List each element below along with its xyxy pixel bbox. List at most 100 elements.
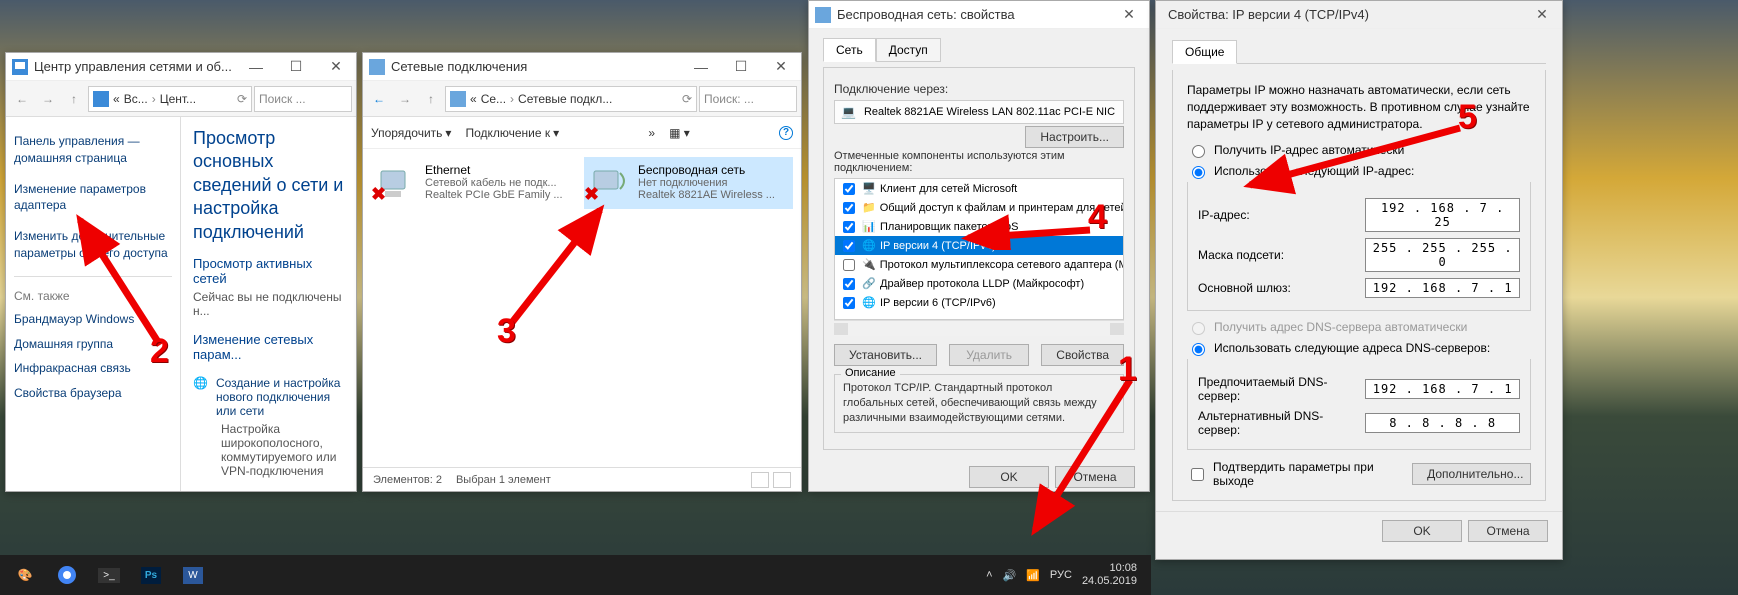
infrared-link[interactable]: Инфракрасная связь — [14, 360, 172, 377]
properties-button[interactable]: Свойства — [1041, 344, 1124, 366]
component-label: IP версии 4 (TCP/IPv4) — [880, 240, 996, 252]
adapter-device: Realtek 8821AE Wireless ... — [638, 189, 787, 201]
terminal-icon[interactable]: >_ — [90, 558, 128, 592]
minimize-button[interactable]: — — [236, 54, 276, 80]
component-item[interactable]: 📁Общий доступ к файлам и принтерам для с… — [835, 198, 1123, 217]
language-indicator[interactable]: РУС — [1050, 569, 1072, 581]
adapter-wireless[interactable]: ✖ Беспроводная сеть Нет подключения Real… — [584, 157, 793, 209]
component-item[interactable]: 🌐IP версии 6 (TCP/IPv6) — [835, 293, 1123, 312]
cancel-button[interactable]: Отмена — [1468, 520, 1548, 542]
component-label: Протокол мультиплексора сетевого адаптер… — [880, 259, 1124, 271]
component-item[interactable]: 🔌Протокол мультиплексора сетевого адапте… — [835, 255, 1123, 274]
homegroup-link[interactable]: Домашняя группа — [14, 336, 172, 353]
configure-button[interactable]: Настроить... — [1025, 126, 1124, 148]
component-checkbox[interactable] — [843, 297, 855, 309]
search-input[interactable]: Поиск: ... — [699, 86, 797, 112]
component-checkbox[interactable] — [843, 278, 855, 290]
component-item-ipv4[interactable]: 🌐IP версии 4 (TCP/IPv4) — [835, 236, 1123, 255]
selection-text: Выбран 1 элемент — [456, 474, 551, 486]
component-checkbox[interactable] — [843, 183, 855, 195]
up-icon[interactable]: ↑ — [419, 87, 443, 111]
connection-via-label: Подключение через: — [834, 82, 1124, 96]
change-settings-label: Изменение сетевых парам... — [193, 332, 344, 362]
window-ipv4-properties: Свойства: IP версии 4 (TCP/IPv4) ✕ Общие… — [1155, 0, 1563, 560]
tab-access[interactable]: Доступ — [876, 38, 941, 62]
search-input[interactable]: Поиск ... — [254, 86, 352, 112]
paint-tray-icon[interactable]: 🎨 — [6, 558, 44, 592]
nav-bar: ← → ↑ « Се... › Сетевые подкл... ⟳ Поиск… — [363, 81, 801, 117]
component-checkbox[interactable] — [843, 240, 855, 252]
volume-icon[interactable]: 🔊 — [1003, 569, 1017, 582]
install-button[interactable]: Установить... — [834, 344, 937, 366]
back-icon[interactable]: ← — [10, 87, 34, 111]
ok-button[interactable]: OK — [969, 466, 1049, 488]
close-button[interactable]: ✕ — [316, 54, 356, 80]
radio-auto-ip[interactable]: Получить IP-адрес автоматически — [1187, 142, 1531, 158]
intro-text: Параметры IP можно назначать автоматичес… — [1187, 82, 1531, 132]
back-icon[interactable]: ← — [367, 87, 391, 111]
cancel-button[interactable]: Отмена — [1055, 466, 1135, 488]
adapter-ethernet[interactable]: ✖ Ethernet Сетевой кабель не подк... Rea… — [371, 157, 580, 209]
component-item[interactable]: 🖥️Клиент для сетей Microsoft — [835, 179, 1123, 198]
forward-icon[interactable]: → — [36, 87, 60, 111]
radio-input[interactable] — [1192, 145, 1205, 158]
clock[interactable]: 10:08 24.05.2019 — [1082, 562, 1145, 588]
component-item[interactable]: 📊Планировщик пакетов QoS — [835, 217, 1123, 236]
component-label: IP версии 6 (TCP/IPv6) — [880, 297, 996, 309]
view-details-icon[interactable] — [751, 472, 769, 488]
gateway-input[interactable]: 192 . 168 . 7 . 1 — [1365, 278, 1520, 298]
ip-input[interactable]: 192 . 168 . 7 . 25 — [1365, 198, 1520, 232]
minimize-button[interactable]: — — [681, 54, 721, 80]
new-connection-link[interactable]: 🌐 Создание и настройка нового подключени… — [193, 376, 344, 418]
radio-input[interactable] — [1192, 166, 1205, 179]
adapter-state: Сетевой кабель не подк... — [425, 177, 574, 189]
up-icon[interactable]: ↑ — [62, 87, 86, 111]
components-label: Отмеченные компоненты используются этим … — [834, 150, 1124, 174]
forward-icon[interactable]: → — [393, 87, 417, 111]
tab-general[interactable]: Общие — [1172, 40, 1237, 64]
dns2-input[interactable]: 8 . 8 . 8 . 8 — [1365, 413, 1520, 433]
component-checkbox[interactable] — [843, 202, 855, 214]
component-checkbox[interactable] — [843, 259, 855, 271]
view-large-icon[interactable] — [773, 472, 791, 488]
network-tray-icon[interactable]: 📶 — [1026, 569, 1040, 582]
photoshop-icon[interactable]: Ps — [132, 558, 170, 592]
browser-props-link[interactable]: Свойства браузера — [14, 385, 172, 402]
control-panel-home-link[interactable]: Панель управления — домашняя страница — [14, 133, 172, 167]
mask-input[interactable]: 255 . 255 . 255 . 0 — [1365, 238, 1520, 272]
maximize-button[interactable]: ☐ — [721, 54, 761, 80]
radio-input[interactable] — [1192, 343, 1205, 356]
radio-manual-ip[interactable]: Использовать следующий IP-адрес: — [1187, 163, 1531, 179]
change-adapter-settings-link[interactable]: Изменение параметров адаптера — [14, 181, 172, 215]
component-list[interactable]: 🖥️Клиент для сетей Microsoft 📁Общий дост… — [834, 178, 1124, 320]
component-checkbox[interactable] — [843, 221, 855, 233]
time-text: 10:08 — [1082, 562, 1137, 575]
help-icon[interactable]: ? — [779, 126, 793, 140]
scrollbar[interactable] — [834, 320, 1124, 336]
firewall-link[interactable]: Брандмауэр Windows — [14, 311, 172, 328]
close-button[interactable]: ✕ — [1522, 2, 1562, 28]
radio-label: Использовать следующий IP-адрес: — [1214, 164, 1414, 178]
word-icon[interactable]: W — [174, 558, 212, 592]
close-button[interactable]: ✕ — [761, 54, 801, 80]
connect-to-menu[interactable]: Подключение к ▾ — [465, 126, 559, 140]
tab-network[interactable]: Сеть — [823, 38, 876, 62]
ok-button[interactable]: OK — [1382, 520, 1462, 542]
view-menu[interactable]: ▦ ▾ — [669, 126, 690, 140]
validate-checkbox[interactable] — [1191, 468, 1204, 481]
validate-checkbox-row[interactable]: Подтвердить параметры при выходе — [1187, 460, 1400, 488]
tray-up-icon[interactable]: ˄ — [986, 569, 992, 581]
breadcrumb[interactable]: « Се... › Сетевые подкл... ⟳ — [445, 86, 697, 112]
advanced-button[interactable]: Дополнительно... — [1412, 463, 1531, 485]
change-sharing-link[interactable]: Изменить дополнительные параметры общего… — [14, 228, 172, 262]
close-button[interactable]: ✕ — [1109, 2, 1149, 28]
radio-manual-dns[interactable]: Использовать следующие адреса DNS-сервер… — [1187, 340, 1531, 356]
maximize-button[interactable]: ☐ — [276, 54, 316, 80]
organize-menu[interactable]: Упорядочить ▾ — [371, 126, 451, 140]
chrome-icon[interactable] — [48, 558, 86, 592]
dns1-input[interactable]: 192 . 168 . 7 . 1 — [1365, 379, 1520, 399]
component-item[interactable]: 🔗Драйвер протокола LLDP (Майкрософт) — [835, 274, 1123, 293]
more-menu[interactable]: » — [648, 126, 655, 140]
breadcrumb[interactable]: « Вс... › Цент... ⟳ — [88, 86, 252, 112]
ethernet-icon: ✖ — [377, 163, 417, 203]
